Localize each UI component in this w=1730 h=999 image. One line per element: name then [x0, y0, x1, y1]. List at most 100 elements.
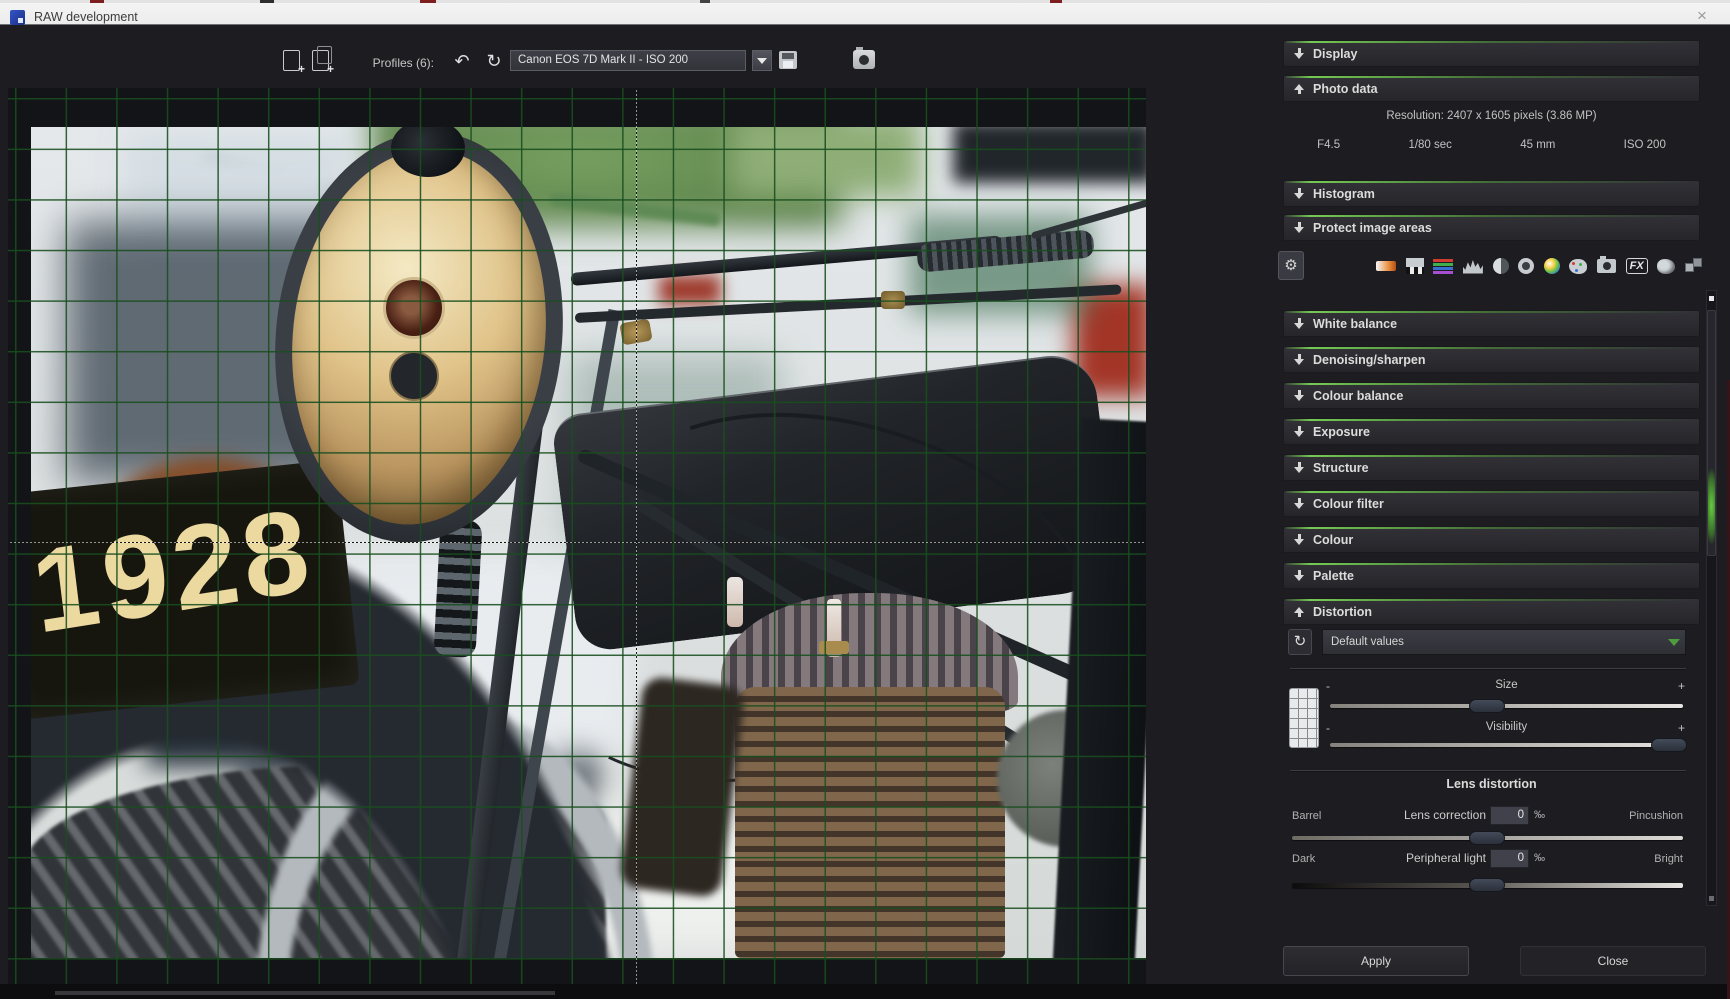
panel-label: Structure	[1313, 460, 1369, 475]
chevron-down-icon	[1294, 48, 1304, 59]
cubes-3d-icon[interactable]	[1684, 258, 1704, 274]
background-window-bottom-sliver	[55, 991, 555, 995]
chevron-down-icon	[1294, 534, 1304, 545]
gear-icon[interactable]: ⚙	[1278, 251, 1304, 280]
chevron-down-icon	[1294, 498, 1304, 509]
chevron-down-icon	[1294, 188, 1304, 199]
chevron-up-icon	[1294, 83, 1304, 94]
window-title: RAW development	[34, 10, 138, 24]
palette-icon[interactable]	[1569, 258, 1588, 274]
brain-icon[interactable]	[1657, 258, 1676, 274]
iso-value: ISO 200	[1623, 139, 1666, 151]
scrollbar-down-icon[interactable]	[1709, 896, 1714, 901]
visibility-slider-handle[interactable]	[1651, 738, 1687, 752]
visibility-label: Visibility	[1485, 721, 1528, 733]
app-icon	[10, 10, 25, 25]
redo-icon[interactable]: ↻	[482, 49, 506, 73]
panel-toggle-icon-row: FX	[1376, 253, 1704, 279]
raw-development-window: RAW development × Profiles (6): ↶ ↻ Cano…	[0, 0, 1730, 999]
resolution-text: Resolution: 2407 x 1605 pixels (3.86 MP)	[1386, 110, 1597, 122]
panel-header-colour[interactable]: Colour	[1283, 526, 1700, 553]
panel-label: Exposure	[1313, 424, 1370, 439]
aperture-value: F4.5	[1317, 139, 1341, 151]
undo-icon[interactable]: ↶	[450, 49, 474, 73]
profile-select-arrow-icon[interactable]	[752, 50, 772, 71]
barrel-label: Barrel	[1292, 810, 1322, 822]
panel-header-palette[interactable]: Palette	[1283, 562, 1700, 589]
add-profile-button[interactable]	[283, 50, 305, 76]
preview-canvas[interactable]: 1928	[8, 88, 1146, 984]
panel-label: Distortion	[1313, 604, 1373, 619]
grid-preview-icon	[1289, 688, 1319, 748]
guide-line-horizontal[interactable]	[8, 542, 1146, 543]
save-profile-icon[interactable]	[779, 51, 797, 69]
preset-dropdown-arrow-icon[interactable]	[1664, 630, 1685, 654]
size-slider[interactable]	[1330, 704, 1683, 708]
scrollbar-up-icon[interactable]	[1709, 296, 1714, 301]
panel-header-protect-image-areas[interactable]: Protect image areas	[1283, 214, 1700, 241]
size-label: Size	[1495, 679, 1518, 691]
panel-label: Colour	[1313, 532, 1354, 547]
size-plus-label[interactable]: +	[1678, 679, 1685, 693]
fx-icon[interactable]: FX	[1625, 258, 1648, 274]
panel-label: Photo data	[1313, 81, 1378, 96]
white-balance-icon[interactable]	[1376, 261, 1396, 271]
panel-label: Palette	[1313, 568, 1354, 583]
panel-label: White balance	[1313, 316, 1398, 331]
panel-header-white-balance[interactable]: White balance	[1283, 310, 1700, 337]
peripheral-light-input[interactable]: 0	[1490, 849, 1529, 868]
grid-overlay	[8, 88, 1146, 984]
lens-correction-input[interactable]: 0	[1490, 806, 1529, 825]
chevron-down-icon	[1294, 390, 1304, 401]
colour-balance-icon[interactable]	[1433, 258, 1454, 274]
chevron-down-icon	[1294, 426, 1304, 437]
bright-label: Bright	[1654, 853, 1683, 865]
peripheral-light-slider-handle[interactable]	[1469, 878, 1505, 892]
guide-line-vertical[interactable]	[636, 88, 637, 984]
apply-button[interactable]: Apply	[1283, 946, 1469, 976]
panel-header-colour-filter[interactable]: Colour filter	[1283, 490, 1700, 517]
chevron-down-icon	[1294, 570, 1304, 581]
visibility-slider[interactable]	[1330, 743, 1683, 747]
visibility-plus-label[interactable]: +	[1678, 721, 1685, 735]
lens-correction-slider-handle[interactable]	[1469, 831, 1505, 845]
chevron-down-icon	[1294, 222, 1304, 233]
chevron-down-icon	[1294, 318, 1304, 329]
title-bar[interactable]: RAW development ×	[0, 3, 1730, 25]
structure-icon[interactable]	[1492, 258, 1509, 274]
panel-label: Histogram	[1313, 186, 1375, 201]
profile-select[interactable]: Canon EOS 7D Mark II - ISO 200	[510, 50, 746, 71]
panel-header-photo-data[interactable]: Photo data	[1283, 75, 1700, 102]
panel-header-distortion[interactable]: Distortion	[1283, 598, 1700, 625]
colour-filter-icon[interactable]	[1518, 258, 1535, 274]
close-icon[interactable]: ×	[1688, 7, 1716, 25]
focal-length-value: 45 mm	[1520, 139, 1556, 151]
panel-header-display[interactable]: Display	[1283, 40, 1700, 67]
distortion-preset-select[interactable]: Default values	[1322, 629, 1686, 655]
panel-label: Colour filter	[1313, 496, 1384, 511]
panel-header-denoising-sharpen[interactable]: Denoising/sharpen	[1283, 346, 1700, 373]
profiles-label: Profiles (6):	[372, 56, 434, 70]
panel-header-structure[interactable]: Structure	[1283, 454, 1700, 481]
close-button[interactable]: Close	[1520, 946, 1706, 976]
dark-label: Dark	[1292, 853, 1316, 865]
panel-label: Colour balance	[1313, 388, 1404, 403]
size-slider-handle[interactable]	[1469, 699, 1505, 713]
panel-header-colour-balance[interactable]: Colour balance	[1283, 382, 1700, 409]
exif-values-row: F4.5 1/80 sec 45 mm ISO 200	[1283, 139, 1700, 151]
camera-panel-icon[interactable]	[1597, 256, 1616, 273]
pincushion-label: Pincushion	[1629, 810, 1683, 822]
scrollbar-thumb[interactable]	[1707, 310, 1716, 556]
panel-label: Display	[1313, 46, 1358, 61]
peripheral-light-unit: ‰	[1534, 852, 1545, 864]
colour-icon[interactable]	[1543, 258, 1560, 274]
add-profiles-button[interactable]	[312, 46, 334, 76]
panel-header-histogram[interactable]: Histogram	[1283, 180, 1700, 207]
denoise-icon[interactable]	[1405, 258, 1424, 274]
panel-header-exposure[interactable]: Exposure	[1283, 418, 1700, 445]
divider	[1290, 668, 1686, 669]
exposure-icon[interactable]	[1462, 260, 1483, 274]
camera-icon[interactable]	[853, 47, 875, 69]
lens-correction-label: Lens correction	[1403, 808, 1486, 822]
reset-preset-icon[interactable]: ↻	[1288, 629, 1312, 655]
